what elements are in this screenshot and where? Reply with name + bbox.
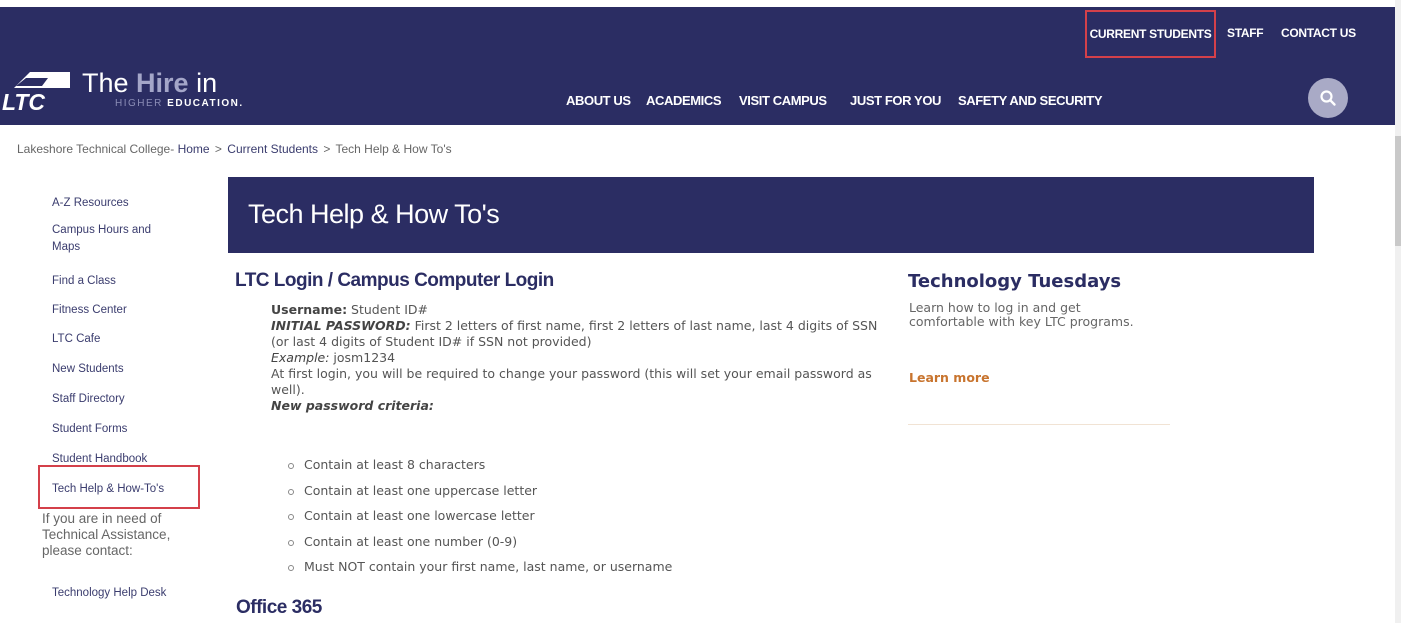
nav-about-us[interactable]: ABOUT US bbox=[566, 93, 631, 108]
scrollbar-track[interactable] bbox=[1395, 0, 1401, 623]
utility-link-contact-us[interactable]: CONTACT US bbox=[1281, 26, 1356, 40]
search-button[interactable] bbox=[1308, 78, 1348, 118]
breadcrumb-separator: > bbox=[323, 142, 331, 156]
page-title-banner: Tech Help & How To's bbox=[228, 177, 1314, 253]
first-login-note: At first login, you will be required to … bbox=[271, 366, 872, 397]
site-header: CURRENT STUDENTS STAFF CONTACT US LTC Th… bbox=[0, 0, 1401, 126]
section-title-office-365: Office 365 bbox=[236, 597, 322, 618]
list-item: Must NOT contain your first name, last n… bbox=[288, 558, 672, 584]
learn-more-link[interactable]: Learn more bbox=[909, 370, 990, 385]
logo-subtitle: HIGHER EDUCATION. bbox=[115, 98, 244, 109]
sidebar-item-new-students[interactable]: New Students bbox=[52, 361, 124, 378]
breadcrumb: Lakeshore Technical College- Home > Curr… bbox=[17, 142, 452, 156]
search-icon bbox=[1320, 90, 1336, 106]
scrollbar-thumb[interactable] bbox=[1395, 136, 1401, 246]
nav-visit-campus[interactable]: VISIT CAMPUS bbox=[739, 93, 827, 108]
nav-safety-and-security[interactable]: SAFETY AND SECURITY bbox=[958, 93, 1102, 108]
sidebar-item-campus-hours-and-maps[interactable]: Campus Hours and Maps bbox=[52, 222, 182, 256]
sidebar-help-text: If you are in need of Technical Assistan… bbox=[42, 511, 171, 558]
sidebar-item-a-z-resources[interactable]: A-Z Resources bbox=[52, 195, 129, 212]
breadcrumb-current-students[interactable]: Current Students bbox=[227, 142, 318, 156]
aside-divider bbox=[908, 424, 1170, 425]
technology-tuesdays-title: Technology Tuesdays bbox=[908, 271, 1122, 292]
login-instructions: Username: Student ID# INITIAL PASSWORD: … bbox=[271, 302, 896, 414]
logo-mark-text: LTC bbox=[2, 89, 45, 112]
list-item: Contain at least 8 characters bbox=[288, 456, 672, 482]
nav-academics[interactable]: ACADEMICS bbox=[646, 93, 722, 108]
page-title: Tech Help & How To's bbox=[248, 199, 500, 229]
sidebar-item-find-a-class[interactable]: Find a Class bbox=[52, 273, 116, 290]
list-item: Contain at least one uppercase letter bbox=[288, 482, 672, 508]
breadcrumb-home[interactable]: Home bbox=[178, 142, 210, 156]
breadcrumb-separator: > bbox=[214, 142, 222, 156]
utility-link-staff[interactable]: STAFF bbox=[1227, 26, 1264, 40]
section-title-ltc-login: LTC Login / Campus Computer Login bbox=[235, 270, 554, 291]
username-line: Username: Student ID# bbox=[271, 302, 429, 317]
sidebar-help-desk-link[interactable]: Technology Help Desk bbox=[52, 587, 166, 599]
breadcrumb-current: Tech Help & How To's bbox=[335, 142, 452, 156]
initial-password-line: INITIAL PASSWORD: First 2 letters of fir… bbox=[271, 318, 878, 349]
list-item: Contain at least one lowercase letter bbox=[288, 507, 672, 533]
utility-link-current-students[interactable]: CURRENT STUDENTS bbox=[1090, 27, 1212, 41]
logo-tagline: The Hire in bbox=[82, 68, 218, 98]
password-criteria-list: Contain at least 8 characters Contain at… bbox=[288, 456, 672, 584]
sidebar-item-student-forms[interactable]: Student Forms bbox=[52, 421, 127, 438]
nav-just-for-you[interactable]: JUST FOR YOU bbox=[850, 93, 941, 108]
current-students-highlight: CURRENT STUDENTS bbox=[1085, 10, 1216, 58]
sidebar-item-fitness-center[interactable]: Fitness Center bbox=[52, 302, 127, 319]
list-item: Contain at least one number (0-9) bbox=[288, 533, 672, 559]
sidebar-item-ltc-cafe[interactable]: LTC Cafe bbox=[52, 331, 100, 348]
breadcrumb-prefix: Lakeshore Technical College- bbox=[17, 142, 175, 156]
criteria-label: New password criteria: bbox=[271, 398, 434, 413]
sidebar-item-staff-directory[interactable]: Staff Directory bbox=[52, 391, 125, 408]
site-logo[interactable]: LTC The Hire in HIGHER EDUCATION. bbox=[0, 68, 260, 118]
technology-tuesdays-description: Learn how to log in and get comfortable … bbox=[909, 300, 1134, 329]
example-line: Example: josm1234 bbox=[271, 350, 396, 365]
ltc-logo-mark-icon: LTC bbox=[2, 72, 70, 112]
tech-help-highlight bbox=[38, 465, 200, 509]
